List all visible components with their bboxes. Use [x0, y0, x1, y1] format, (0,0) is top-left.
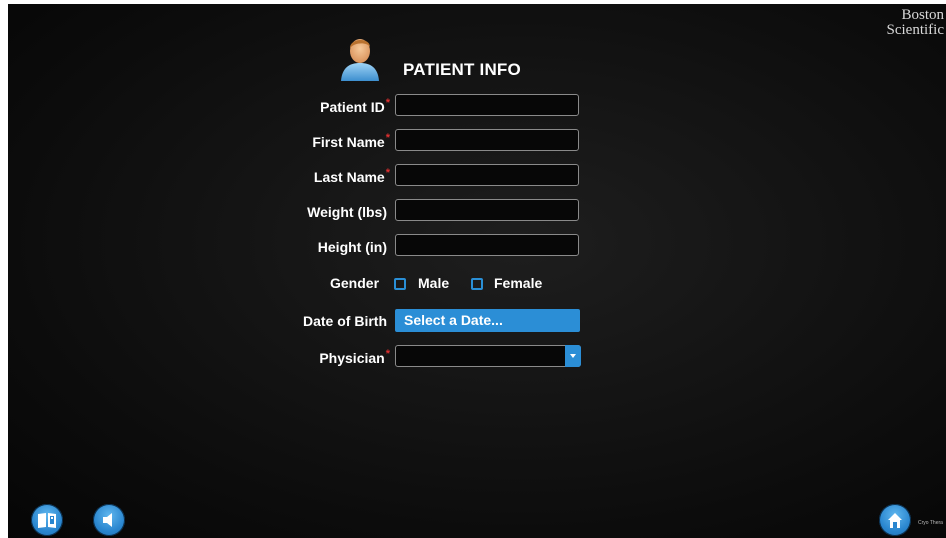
dob-label: Date of Birth [303, 313, 387, 329]
first-name-input[interactable] [395, 129, 579, 151]
first-name-label-text: First Name [312, 134, 385, 150]
required-marker: * [385, 167, 390, 179]
page-title: PATIENT INFO [403, 60, 521, 79]
height-input[interactable] [395, 234, 579, 256]
patient-id-input[interactable] [395, 94, 579, 116]
first-name-label: First Name* [312, 132, 390, 150]
brand-logo: Boston Scientific [864, 8, 944, 38]
gender-male-checkbox[interactable] [394, 278, 406, 290]
speaker-icon [103, 513, 112, 527]
gender-female-label[interactable]: Female [494, 275, 542, 291]
date-of-birth-picker[interactable]: Select a Date... [395, 309, 580, 332]
last-name-input[interactable] [395, 164, 579, 186]
patient-id-label-text: Patient ID [320, 99, 385, 115]
last-name-label-text: Last Name [313, 169, 385, 185]
patient-avatar-icon [339, 34, 381, 82]
weight-input[interactable] [395, 199, 579, 221]
footer-app-name: Cryo Thera [918, 520, 943, 526]
window-frame-top [0, 0, 946, 4]
gender-male-label[interactable]: Male [418, 275, 449, 291]
required-marker: * [385, 348, 390, 360]
chevron-down-icon [570, 354, 576, 358]
gender-label: Gender [330, 275, 380, 291]
height-label: Height (in) [317, 239, 387, 255]
home-icon [888, 513, 902, 528]
sound-button[interactable] [93, 504, 125, 536]
physician-label-text: Physician [319, 350, 385, 366]
physician-dropdown-button[interactable] [565, 345, 581, 367]
home-button[interactable] [879, 504, 911, 536]
physician-label: Physician* [319, 348, 390, 366]
patient-id-label: Patient ID* [320, 97, 390, 115]
physician-select[interactable] [395, 345, 581, 367]
window-frame-left [0, 0, 8, 538]
brand-line-2: Scientific [886, 22, 944, 38]
brand-line-1: Boston [901, 7, 944, 23]
required-marker: * [385, 97, 390, 109]
weight-label: Weight (lbs) [307, 204, 387, 220]
manual-button[interactable] [31, 504, 63, 536]
last-name-label: Last Name* [313, 167, 390, 185]
manual-book-icon [38, 513, 56, 528]
gender-female-checkbox[interactable] [471, 278, 483, 290]
required-marker: * [385, 132, 390, 144]
